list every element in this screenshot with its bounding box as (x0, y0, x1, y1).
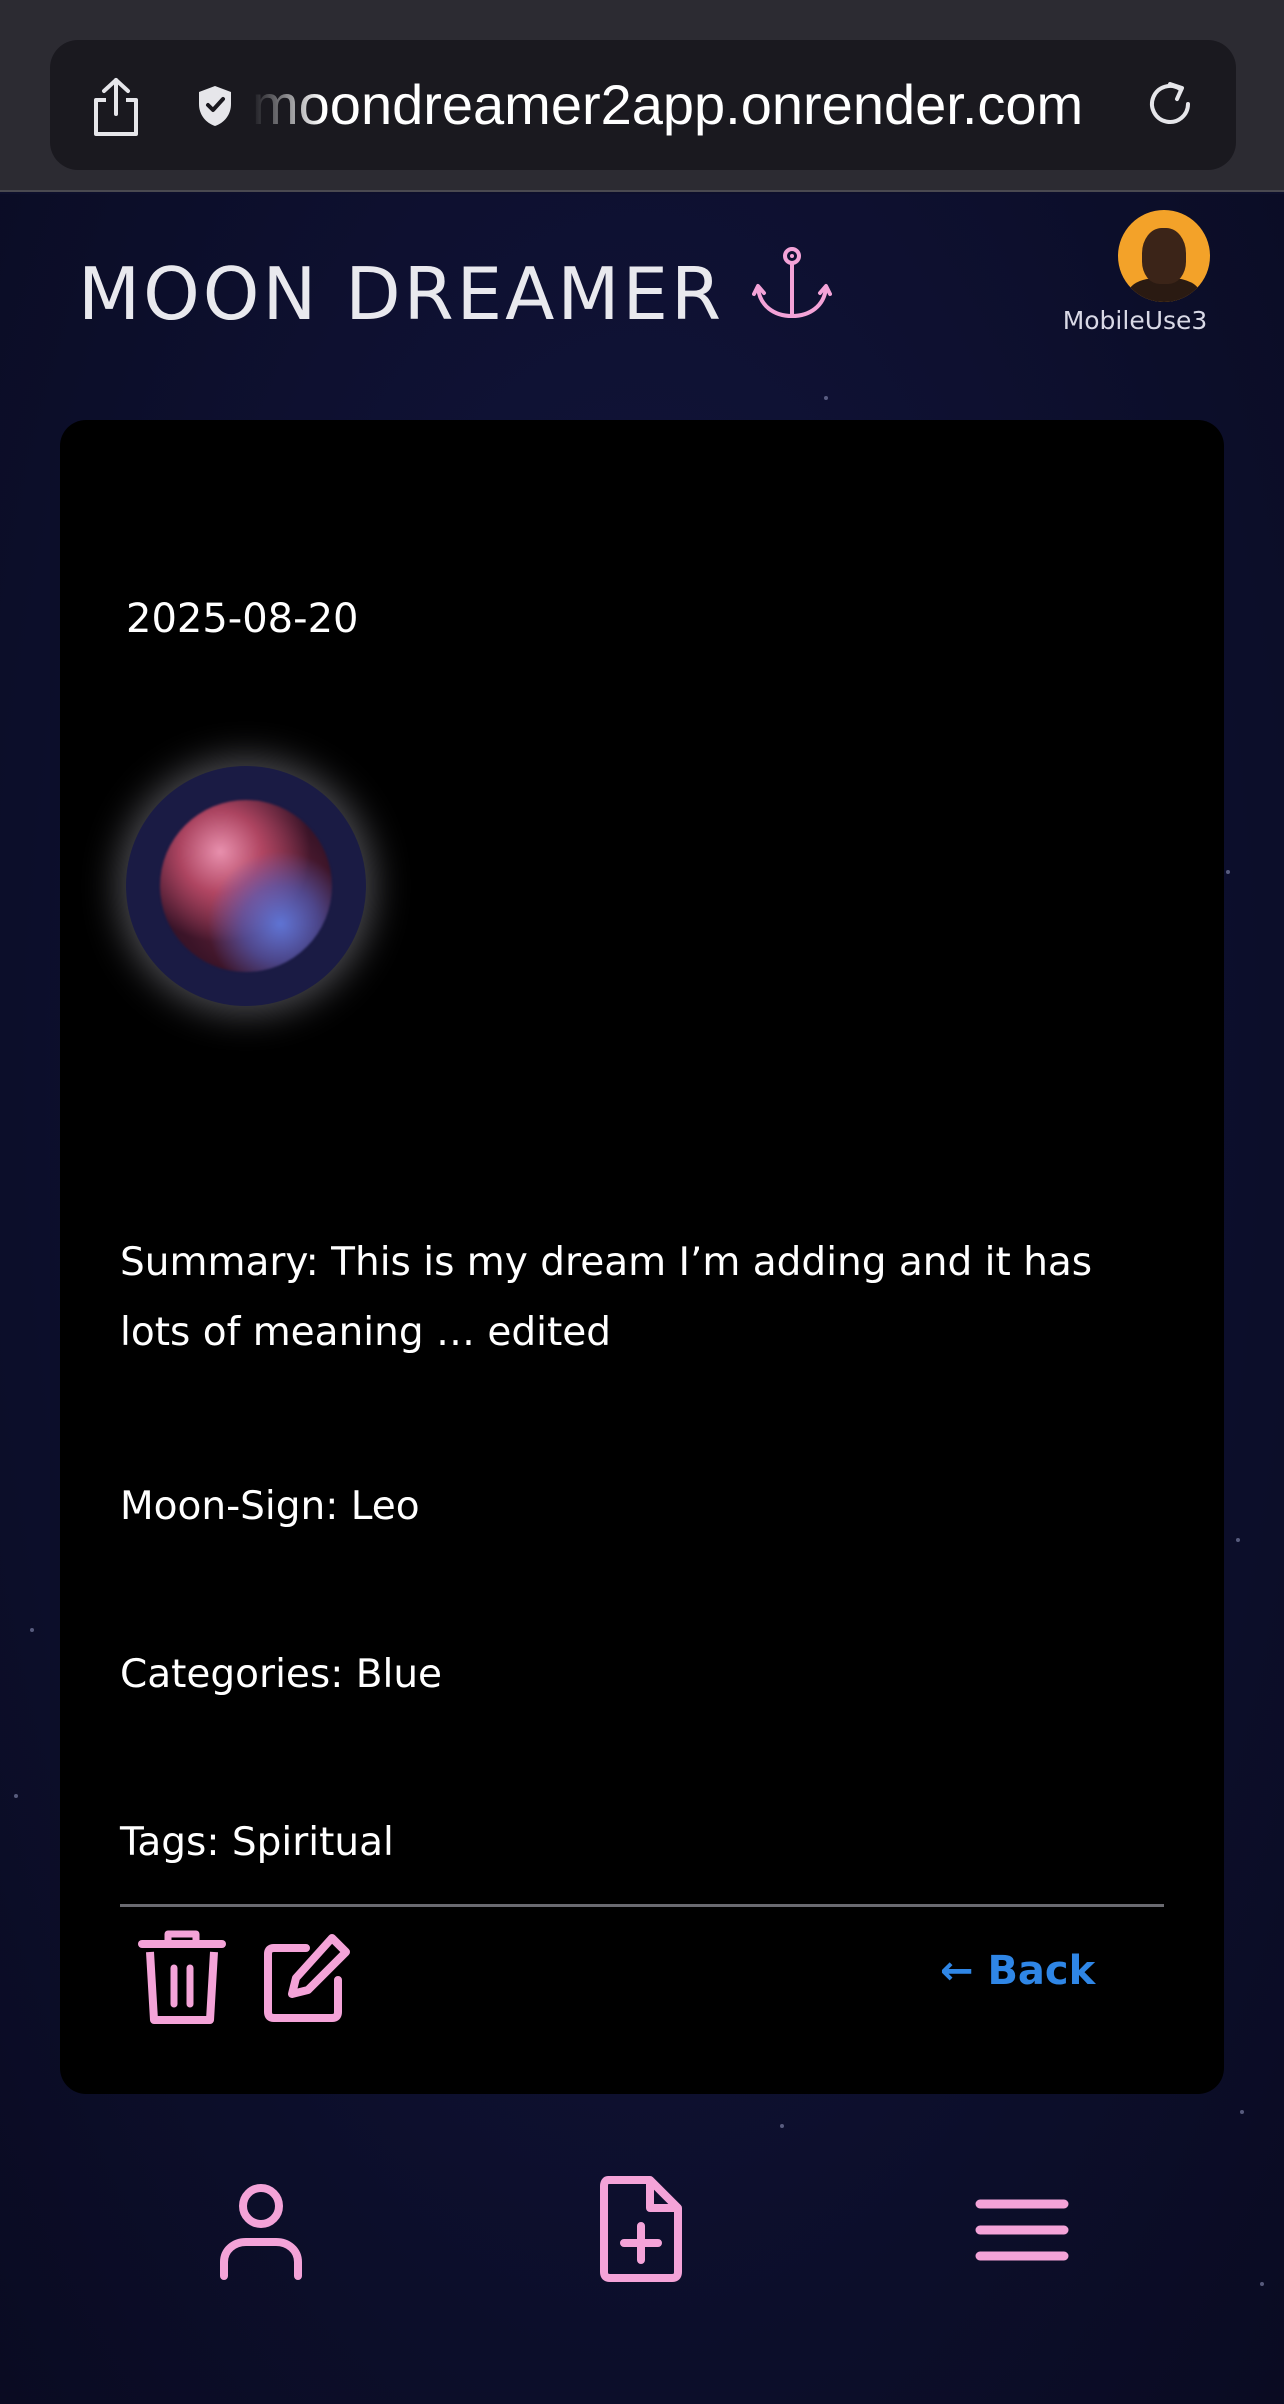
page: MOON DREAMER MobileUse3 2025-08-20 Summa… (0, 194, 1284, 2404)
star (30, 1628, 34, 1632)
dream-date: 2025-08-20 (126, 596, 359, 642)
star (1240, 2110, 1244, 2114)
shield-icon (199, 86, 231, 126)
dream-tags: Tags: Spiritual (120, 1820, 394, 1865)
star (1226, 870, 1230, 874)
star (824, 396, 828, 400)
star (14, 1794, 18, 1798)
star (780, 2124, 784, 2128)
anchor-icon (752, 247, 832, 319)
app-title[interactable]: MOON DREAMER (78, 252, 724, 336)
profile-icon[interactable] (218, 2184, 304, 2280)
dream-card: 2025-08-20 Summary: This is my dream I’m… (60, 420, 1224, 2094)
edit-icon[interactable] (262, 1930, 354, 2024)
add-document-icon[interactable] (598, 2174, 684, 2282)
avatar-face (1142, 228, 1186, 284)
divider (120, 1904, 1164, 1907)
avatar[interactable] (1118, 210, 1210, 302)
username[interactable]: MobileUse3 (1040, 306, 1230, 335)
trash-icon[interactable] (138, 1928, 226, 2028)
url-text[interactable]: moondreamer2app.onrender.com (252, 70, 1112, 140)
dream-moon-sign: Moon-Sign: Leo (120, 1484, 420, 1529)
back-link[interactable]: ← Back (940, 1948, 1095, 1994)
share-icon[interactable] (88, 76, 144, 138)
star (1236, 1538, 1240, 1542)
dream-categories: Categories: Blue (120, 1652, 443, 1697)
dream-orb-image (160, 800, 332, 972)
menu-icon[interactable] (974, 2194, 1070, 2266)
dream-summary: Summary: This is my dream I’m adding and… (120, 1240, 1093, 1355)
browser-toolbar: moondreamer2app.onrender.com (0, 0, 1284, 192)
star (1260, 2282, 1264, 2286)
dream-orb-frame (126, 766, 366, 1006)
reload-icon[interactable] (1144, 78, 1196, 130)
